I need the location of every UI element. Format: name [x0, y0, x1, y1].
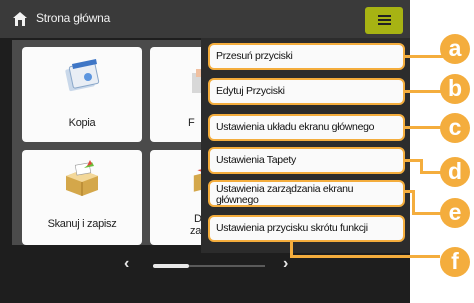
menu-icon-bar: [378, 19, 391, 21]
menu-item-wallpaper-settings[interactable]: Ustawienia Tapety: [208, 147, 405, 174]
callout-connector-b: [404, 90, 444, 93]
callout-badge-c: c: [440, 113, 470, 143]
callout-badge-e: e: [440, 198, 470, 228]
copy-label: Kopia: [68, 117, 96, 129]
menu-icon: [378, 15, 391, 17]
callout-connector-a: [404, 55, 444, 58]
home-icon: [13, 12, 27, 26]
menu-item-home-layout-settings[interactable]: Ustawienia układu ekranu głównego: [208, 114, 405, 141]
scan-and-store-icon: [66, 160, 98, 196]
top-bar: Strona główna: [0, 0, 410, 38]
callout-connector-c: [404, 126, 444, 129]
scan-and-store-tile[interactable]: Skanuj i zapisz: [22, 150, 142, 245]
scan-and-store-label: Skanuj i zapisz: [47, 218, 117, 230]
menu-item-home-management-settings[interactable]: Ustawienia zarządzania ekranu głównego: [208, 180, 405, 207]
callout-connector-e-vert: [412, 190, 415, 214]
menu-item-move-buttons[interactable]: Przesuń przyciski: [208, 43, 405, 70]
menu-icon-bar: [378, 23, 391, 25]
callout-badge-f: f: [440, 247, 470, 277]
copy-tile[interactable]: Kopia: [22, 47, 142, 142]
copy-icon: [65, 59, 100, 92]
page-title: Strona główna: [36, 11, 111, 25]
callout-badge-d: d: [440, 157, 470, 187]
menu-item-shortcut-button-settings[interactable]: Ustawienia przycisku skrótu funkcji: [208, 215, 405, 242]
menu-button[interactable]: [365, 7, 403, 34]
menu-item-edit-buttons[interactable]: Edytuj Przyciski: [208, 78, 405, 105]
chevron-right-icon[interactable]: ›: [283, 255, 288, 273]
chevron-left-icon[interactable]: ‹: [124, 255, 129, 273]
callout-connector-f: [290, 242, 293, 256]
callout-connector-f-horiz: [290, 255, 440, 258]
page-indicator-thumb: [153, 264, 189, 268]
callout-badge-a: a: [440, 34, 470, 64]
callout-badge-b: b: [440, 74, 470, 104]
